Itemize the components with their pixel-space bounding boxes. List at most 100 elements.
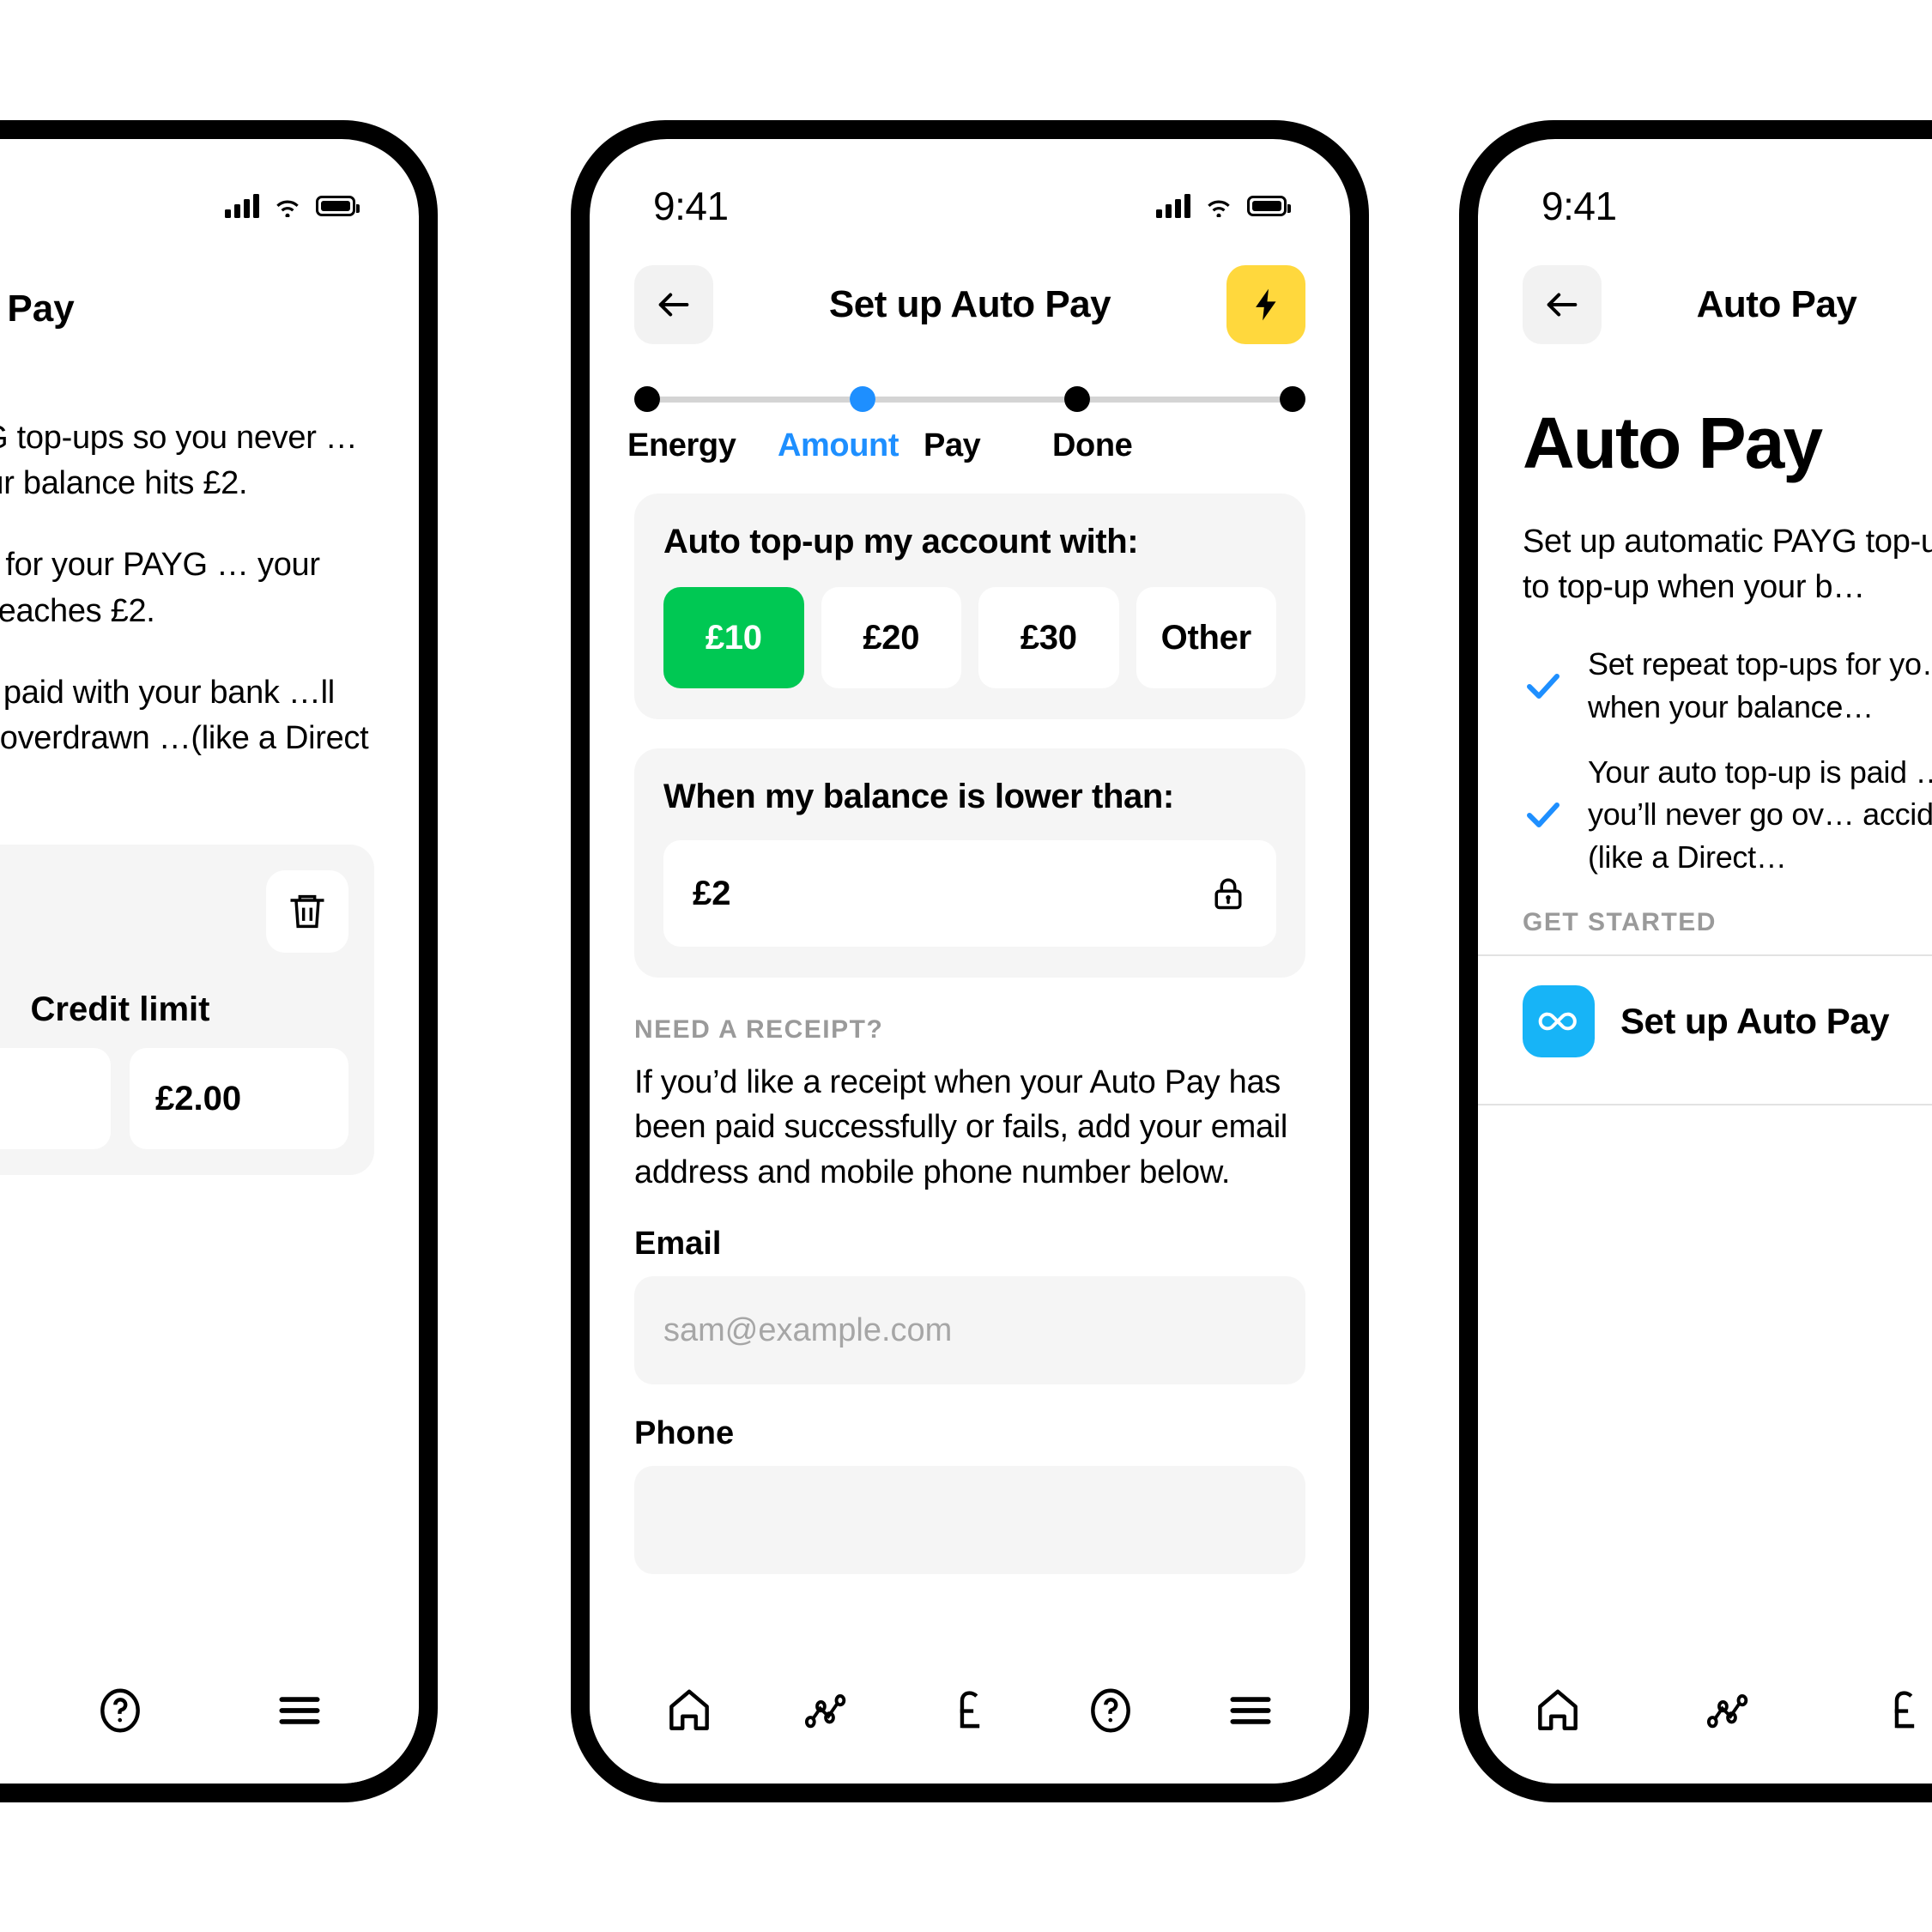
phone-center-screen: 9:41 Set up Auto Pay Energy Amount Pay D… [590, 139, 1350, 1784]
navbar-left: Auto Pay [0, 242, 419, 355]
back-button[interactable] [634, 265, 713, 344]
usage-graph-icon [805, 1694, 846, 1729]
amount-option-20[interactable]: £20 [821, 587, 961, 688]
infinity-icon-tile [1523, 984, 1595, 1057]
navbar-right: Auto Pay [1478, 242, 1932, 355]
tab-help-center[interactable] [1084, 1684, 1137, 1737]
benefit-item-2: Your auto top-up is paid … card, so you’… [1523, 751, 1932, 879]
wifi-icon [1208, 200, 1230, 217]
status-icons-left [225, 194, 360, 218]
phone-left: Auto Pay …c PAYG top-ups so you never … … [0, 120, 438, 1802]
intro-paragraph: Set up automatic PAYG top-u… forget to t… [1523, 524, 1932, 606]
question-icon [100, 1688, 140, 1733]
left-paragraph-1: …c PAYG top-ups so you never … when your… [0, 420, 358, 502]
signal-icon [1156, 194, 1190, 218]
credit-limit-label: Credit limit [30, 990, 210, 1029]
credit-limit-row: £2.00 [0, 1048, 348, 1150]
tab-pay-center[interactable] [943, 1684, 996, 1737]
stepper-labels: Energy Amount Pay Done [627, 427, 1305, 464]
get-started-label: GET STARTED [1523, 907, 1717, 936]
topup-amount-card: Auto top-up my account with: £10 £20 £30… [634, 494, 1305, 719]
credit-limit-card: Credit limit £2.00 [0, 845, 374, 1176]
step-label-energy: Energy [627, 427, 736, 463]
step-dot-pay[interactable] [1064, 386, 1091, 412]
status-icons-center [1156, 194, 1291, 218]
tab-menu-left[interactable] [273, 1684, 326, 1737]
receipt-body: If you’d like a receipt when your Auto P… [634, 1064, 1288, 1190]
balance-threshold-card: When my balance is lower than: £2 [634, 748, 1305, 978]
status-bar-left [0, 139, 419, 242]
screenshot-stage: Auto Pay …c PAYG top-ups so you never … … [0, 0, 1932, 1932]
benefit-text-1: Set repeat top-ups for yo… meter when yo… [1588, 646, 1932, 725]
phone-center: 9:41 Set up Auto Pay Energy Amount Pay D… [571, 120, 1369, 1802]
tab-pay-right[interactable] [1878, 1684, 1931, 1737]
amount-option-30[interactable]: £30 [978, 587, 1119, 688]
step-bar-1 [660, 396, 850, 403]
tab-home-right[interactable] [1531, 1684, 1584, 1737]
tab-usage-center[interactable] [802, 1684, 856, 1737]
page-title-right: Auto Pay [1696, 283, 1857, 325]
setup-stepper: Energy Amount Pay Done [590, 355, 1350, 464]
step-label-pay: Pay [924, 427, 981, 463]
home-icon [669, 1689, 709, 1730]
left-paragraph-2: …op-ups for your PAYG … your balance rea… [0, 547, 320, 629]
home-icon [1538, 1689, 1578, 1730]
receipt-eyebrow: NEED A RECEIPT? [634, 1015, 884, 1044]
divider-bottom [1478, 1103, 1932, 1105]
phone-right: 9:41 Auto Pay Auto Pay Set up automatic … [1459, 120, 1932, 1802]
tab-help-left[interactable] [94, 1684, 147, 1737]
phone-input[interactable] [634, 1466, 1305, 1575]
phone-left-screen: Auto Pay …c PAYG top-ups so you never … … [0, 139, 419, 1784]
menu-icon [1230, 1697, 1271, 1724]
email-label: Email [634, 1226, 722, 1263]
delete-button[interactable] [266, 870, 348, 954]
email-input[interactable] [634, 1276, 1305, 1385]
lightning-button[interactable] [1226, 265, 1305, 344]
arrow-left-icon [658, 293, 689, 317]
topup-amount-options: £10 £20 £30 Other [663, 587, 1276, 688]
amount-option-10[interactable]: £10 [663, 587, 804, 688]
status-time-right: 9:41 [1541, 184, 1617, 228]
amount-option-other[interactable]: Other [1136, 587, 1276, 688]
tabbar-center [590, 1638, 1350, 1784]
left-paragraph-3: …p-up is paid with your bank …ll never g… [0, 674, 369, 756]
infinity-icon [1538, 1012, 1577, 1031]
check-icon [1527, 802, 1560, 828]
status-time-center: 9:41 [653, 184, 729, 228]
credit-limit-value[interactable]: £2.00 [130, 1048, 348, 1150]
lightning-bolt-icon [1256, 288, 1276, 321]
list-item-label: Set up Auto Pay [1620, 1000, 1889, 1041]
tab-home-center[interactable] [663, 1684, 716, 1737]
check-icon [1527, 674, 1560, 700]
trash-icon [290, 895, 324, 929]
phone-right-screen: 9:41 Auto Pay Auto Pay Set up automatic … [1478, 139, 1932, 1784]
tabbar-right [1478, 1638, 1932, 1784]
benefits-list: Set repeat top-ups for yo… meter when yo… [1478, 643, 1932, 878]
balance-threshold-field[interactable]: £2 [663, 840, 1276, 947]
step-dot-amount[interactable] [849, 386, 875, 412]
lock-icon [1214, 878, 1242, 910]
stepper-dots [634, 386, 1306, 412]
arrow-left-icon [1547, 293, 1578, 317]
benefit-item-1: Set repeat top-ups for yo… meter when yo… [1523, 643, 1932, 728]
page-title-center: Set up Auto Pay [828, 283, 1111, 325]
back-button-right[interactable] [1523, 265, 1602, 344]
page-title-left: Auto Pay [0, 288, 75, 330]
step-dot-done[interactable] [1280, 386, 1306, 412]
wifi-icon [276, 200, 299, 217]
tab-usage-right[interactable] [1705, 1684, 1758, 1737]
list-item-set-up-auto-pay[interactable]: Set up Auto Pay [1478, 956, 1932, 1087]
question-icon [1090, 1688, 1130, 1733]
step-dot-energy[interactable] [634, 386, 660, 412]
signal-icon [225, 194, 259, 218]
benefit-text-2: Your auto top-up is paid … card, so you’… [1588, 754, 1932, 875]
heading-auto-pay: Auto Pay [1523, 403, 1823, 483]
balance-threshold-title: When my balance is lower than: [663, 778, 1174, 815]
step-bar-2 [875, 396, 1065, 403]
tabbar-left [0, 1638, 419, 1784]
tab-menu-center[interactable] [1224, 1684, 1277, 1737]
usage-graph-icon [1706, 1694, 1748, 1729]
battery-icon [316, 196, 360, 216]
credit-limit-spacer [0, 1048, 111, 1150]
left-body: …c PAYG top-ups so you never … when your… [0, 415, 419, 807]
